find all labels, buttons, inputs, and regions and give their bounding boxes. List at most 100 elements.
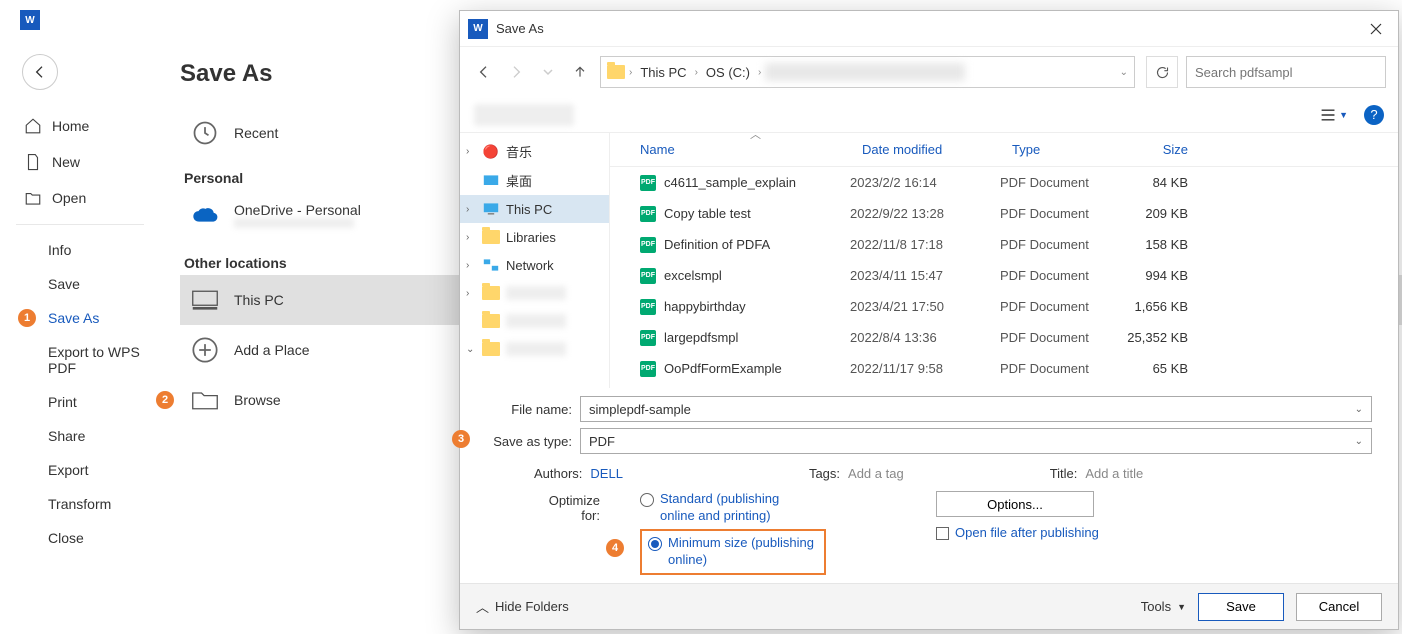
file-type: PDF Document xyxy=(1000,206,1120,221)
doc-title-input[interactable]: Add a title xyxy=(1085,466,1143,481)
authors-value[interactable]: DELL xyxy=(590,466,623,481)
nav-up-button[interactable] xyxy=(568,60,592,84)
pdf-icon: PDF xyxy=(640,330,656,346)
nav-export-label: Export xyxy=(48,462,88,478)
column-headers: ︿ Name Date modified Type Size xyxy=(610,133,1398,167)
loc-onedrive-label: OneDrive - Personal xyxy=(234,202,361,218)
search-box[interactable] xyxy=(1186,56,1386,88)
tree-music[interactable]: ›🔴音乐 xyxy=(460,137,609,166)
browse-folder-icon xyxy=(190,387,220,413)
open-after-checkbox[interactable]: Open file after publishing xyxy=(936,525,1099,542)
address-bar[interactable]: › This PC › OS (C:) › ⌄ xyxy=(600,56,1135,88)
col-name[interactable]: Name xyxy=(610,142,850,157)
radio-standard[interactable]: Standard (publishing online and printing… xyxy=(640,491,826,525)
back-button[interactable] xyxy=(22,54,58,90)
filename-value: simplepdf-sample xyxy=(589,402,691,417)
nav-recent-button[interactable] xyxy=(536,60,560,84)
nav-save[interactable]: Save xyxy=(0,267,160,301)
tree-libraries[interactable]: ›Libraries xyxy=(460,223,609,251)
nav-info[interactable]: Info xyxy=(0,233,160,267)
nav-back-button[interactable] xyxy=(472,60,496,84)
file-row[interactable]: PDFDefinition of PDFA 2022/11/8 17:18 PD… xyxy=(610,229,1398,260)
options-button[interactable]: Options... xyxy=(936,491,1094,517)
crumb-drive[interactable]: OS (C:) xyxy=(702,63,754,82)
crumb-redacted xyxy=(765,63,965,81)
radio-minimum[interactable]: Minimum size (publishing online) xyxy=(648,535,818,569)
nav-export-wps-label: Export to WPS PDF xyxy=(48,344,160,376)
tree-network[interactable]: ›Network xyxy=(460,251,609,279)
authors-label: Authors: xyxy=(534,466,582,481)
search-input[interactable] xyxy=(1195,65,1371,80)
onedrive-icon xyxy=(190,204,220,230)
nav-share-label: Share xyxy=(48,428,85,444)
nav-home[interactable]: Home xyxy=(0,108,160,144)
scroll-up-icon[interactable]: ︿ xyxy=(750,133,761,142)
chevron-down-icon: ▼ xyxy=(1177,602,1186,612)
col-size[interactable]: Size xyxy=(1120,142,1200,157)
file-type: PDF Document xyxy=(1000,361,1120,376)
nav-transform[interactable]: Transform xyxy=(0,487,160,521)
tree-desktop[interactable]: 桌面 xyxy=(460,166,609,195)
savetype-dropdown[interactable]: PDF ⌄ xyxy=(580,428,1372,454)
tree-this-pc[interactable]: ›This PC xyxy=(460,195,609,223)
pdf-icon: PDF xyxy=(640,206,656,222)
save-button[interactable]: Save xyxy=(1198,593,1284,621)
clock-icon xyxy=(190,120,220,146)
file-row[interactable]: PDFhappybirthday 2023/4/21 17:50 PDF Doc… xyxy=(610,291,1398,322)
file-date: 2023/2/2 16:14 xyxy=(850,175,1000,190)
step-badge-3: 3 xyxy=(452,430,470,448)
nav-share[interactable]: Share xyxy=(0,419,160,453)
nav-print[interactable]: Print xyxy=(0,385,160,419)
file-row[interactable]: PDFexcelsmpl 2023/4/11 15:47 PDF Documen… xyxy=(610,260,1398,291)
dialog-close-button[interactable] xyxy=(1354,11,1398,47)
tools-dropdown[interactable]: Tools ▼ xyxy=(1141,599,1186,614)
music-icon: 🔴 xyxy=(482,143,500,161)
nav-close-label: Close xyxy=(48,530,84,546)
nav-save-label: Save xyxy=(48,276,80,292)
pdf-icon: PDF xyxy=(640,175,656,191)
help-icon[interactable]: ? xyxy=(1364,105,1384,125)
file-row[interactable]: PDFlargepdfsmpl 2022/8/4 13:36 PDF Docum… xyxy=(610,322,1398,353)
radio-standard-label: Standard (publishing online and printing… xyxy=(660,491,810,525)
file-name: Copy table test xyxy=(664,206,751,221)
nav-save-as[interactable]: 1 Save As xyxy=(0,301,160,335)
step-badge-1: 1 xyxy=(18,309,36,327)
view-options-button[interactable]: ▼ xyxy=(1320,101,1348,129)
pdf-icon: PDF xyxy=(640,237,656,253)
nav-close[interactable]: Close xyxy=(0,521,160,555)
nav-export[interactable]: Export xyxy=(0,453,160,487)
file-row[interactable]: PDFc4611_sample_explain 2023/2/2 16:14 P… xyxy=(610,167,1398,198)
cancel-button[interactable]: Cancel xyxy=(1296,593,1382,621)
nav-info-label: Info xyxy=(48,242,71,258)
tree-item-redacted[interactable]: ⌄ xyxy=(460,335,609,363)
file-row[interactable]: PDFOoPdfFormExample 2022/11/17 9:58 PDF … xyxy=(610,353,1398,384)
crumb-this-pc[interactable]: This PC xyxy=(636,63,690,82)
tree-item-redacted[interactable] xyxy=(460,307,609,335)
nav-forward-button[interactable] xyxy=(504,60,528,84)
doc-title-label: Title: xyxy=(1050,466,1078,481)
tags-input[interactable]: Add a tag xyxy=(848,466,904,481)
tree-item-redacted[interactable]: › xyxy=(460,279,609,307)
refresh-icon xyxy=(1155,65,1170,80)
nav-new[interactable]: New xyxy=(0,144,160,180)
save-as-dialog: W Save As › This PC › OS (C:) › ⌄ xyxy=(459,10,1399,630)
file-size: 25,352 KB xyxy=(1120,330,1200,345)
optimize-label: Optimize for: xyxy=(528,491,600,523)
col-type[interactable]: Type xyxy=(1000,142,1120,157)
radio-icon xyxy=(640,493,654,507)
file-size: 84 KB xyxy=(1120,175,1200,190)
filename-input[interactable]: simplepdf-sample ⌄ xyxy=(580,396,1372,422)
loc-add-place-label: Add a Place xyxy=(234,342,310,358)
file-type: PDF Document xyxy=(1000,175,1120,190)
folder-icon xyxy=(482,342,500,356)
tree-libraries-label: Libraries xyxy=(506,230,556,245)
loc-recent-label: Recent xyxy=(234,125,278,141)
col-date[interactable]: Date modified xyxy=(850,142,1000,157)
word-app-icon: W xyxy=(20,10,40,30)
nav-open[interactable]: Open xyxy=(0,180,160,216)
refresh-button[interactable] xyxy=(1146,56,1178,88)
file-row[interactable]: PDFCopy table test 2022/9/22 13:28 PDF D… xyxy=(610,198,1398,229)
step-badge-4: 4 xyxy=(606,539,624,557)
nav-export-wps[interactable]: Export to WPS PDF xyxy=(0,335,160,385)
hide-folders-button[interactable]: ︿ Hide Folders xyxy=(476,597,569,616)
